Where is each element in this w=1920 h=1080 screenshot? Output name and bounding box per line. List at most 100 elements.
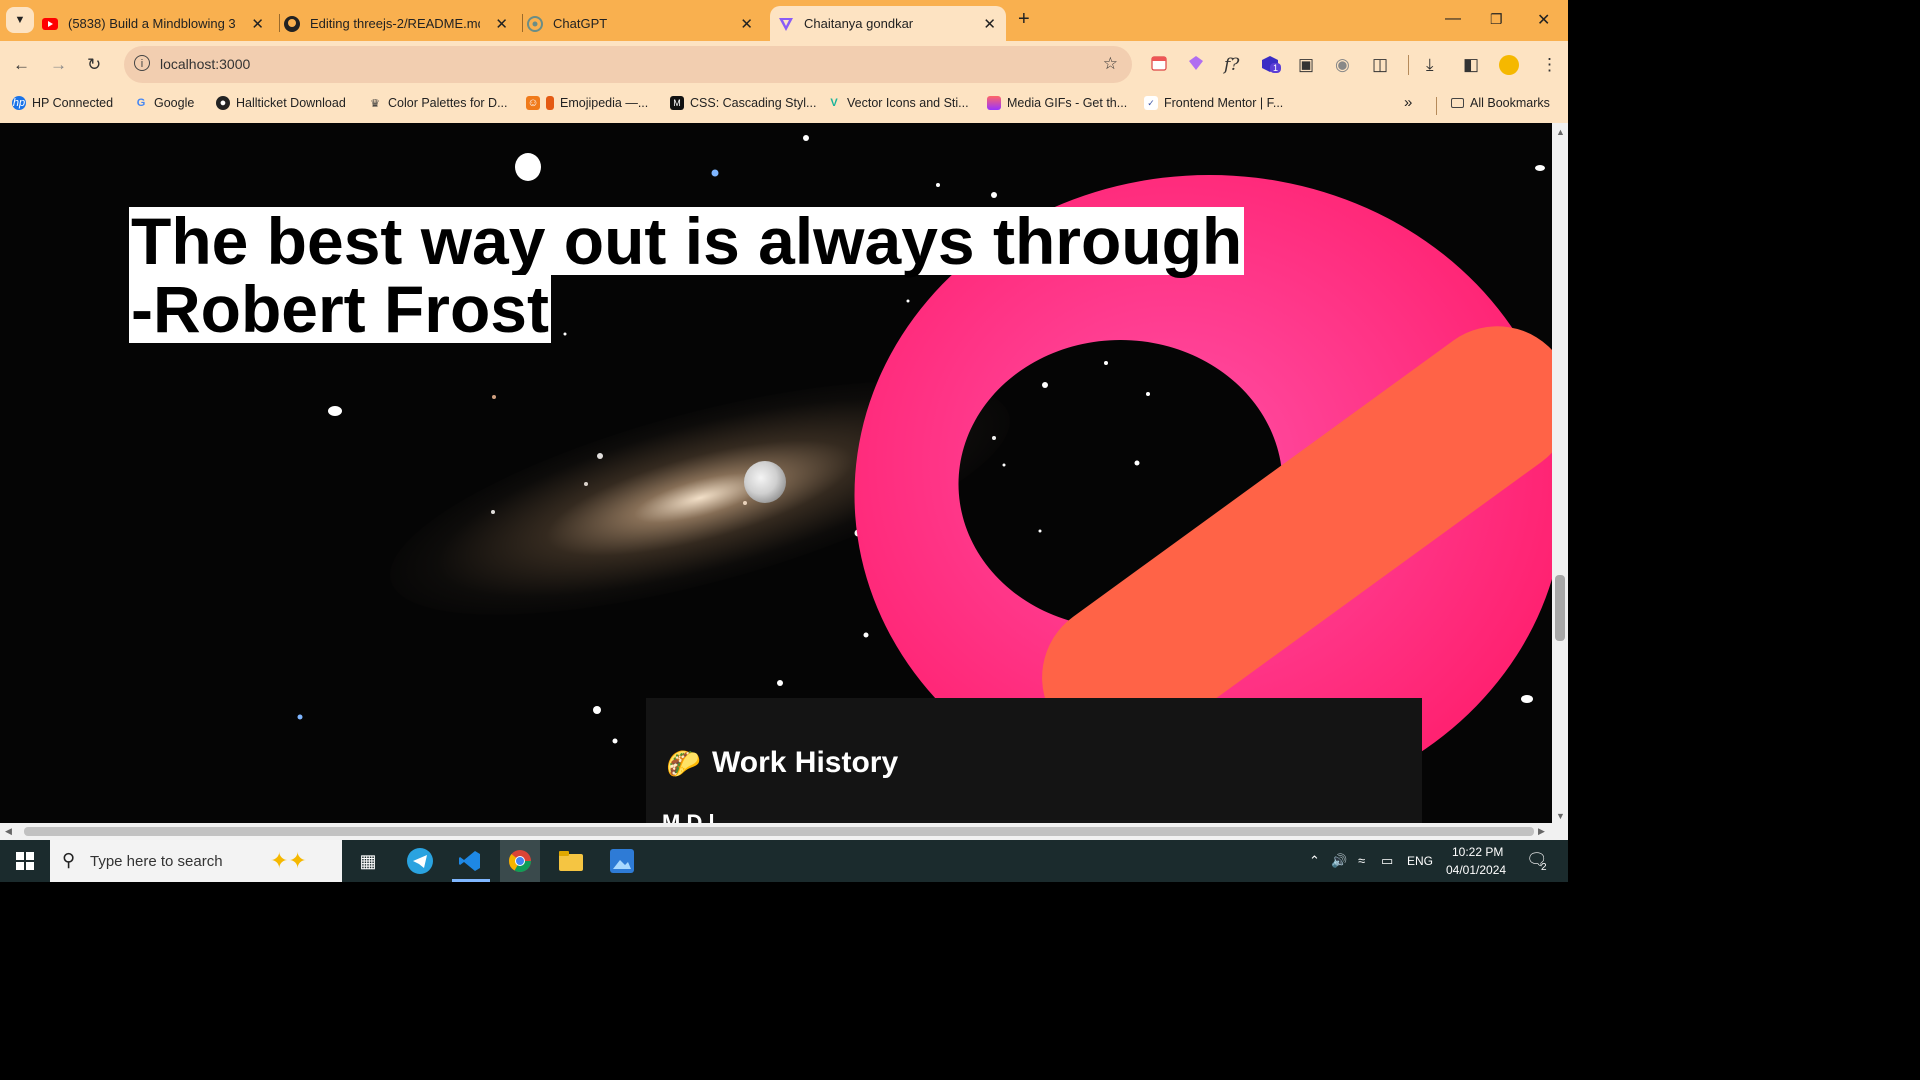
close-tab-icon[interactable]: ✕ [740,15,753,33]
screen-capture-icon[interactable]: ▣ [1298,55,1314,75]
windows-start-icon[interactable] [11,847,39,875]
hp-icon: hp [12,96,26,110]
side-panel-icon[interactable]: ◧ [1463,55,1479,75]
vscode-icon[interactable] [456,847,484,875]
giphy-icon [987,96,1001,110]
bookmark-item[interactable]: ♛ Color Palettes for D... [368,96,507,110]
bookmark-item[interactable]: Media GIFs - Get th... [987,96,1127,110]
menu-kebab-icon[interactable]: ⋮ [1541,55,1558,75]
search-icon: ⚲ [62,850,76,870]
scroll-left-icon[interactable]: ◀ [5,826,12,837]
profile-avatar[interactable] [1499,55,1519,75]
wifi-icon[interactable]: ≈ [1358,853,1365,868]
tab-chaitanya[interactable]: Chaitanya gondkar ✕ [770,6,1006,41]
tab-title: Chaitanya gondkar [804,16,914,31]
extensions-puzzle-icon[interactable]: ◫ [1372,55,1388,75]
chatgpt-icon [527,15,543,32]
quote-line: The best way out is always through [129,204,1245,278]
file-explorer-icon[interactable] [557,847,585,875]
quote-author: -Robert Frost [129,272,551,346]
address-bar[interactable]: i localhost:3000 ☆ [124,46,1132,83]
restore-icon[interactable]: ❐ [1490,11,1503,28]
chrome-icon[interactable] [500,840,540,882]
tab-strip: ▼ (5838) Build a Mindblowing 3D ✕ Editin… [0,0,1568,41]
sparkle-icon: ✦✦ [270,848,307,873]
bug-icon[interactable]: ◉ [1335,55,1350,75]
hero-quote: The best way out is always through -Robe… [129,204,1245,346]
clock-time[interactable]: 10:22 PM [1452,845,1503,859]
windows-taskbar: ⚲ Type here to search ✦✦ ▦ ⌃ 🔊 ≈ ▭ ENG 1… [0,840,1568,882]
google-icon: G [136,97,146,109]
horizontal-scrollbar[interactable]: ◀ ▶ [0,823,1552,840]
bookmark-item[interactable]: M CSS: Cascading Styl... [670,96,816,110]
url-text[interactable]: localhost:3000 [160,56,250,72]
bookmark-item[interactable]: V Vector Icons and Sti... [827,96,968,110]
telegram-icon[interactable] [406,847,434,875]
vertical-scrollbar[interactable]: ▲ ▼ [1552,123,1568,823]
extension-calendar-icon[interactable] [1151,55,1167,76]
show-hidden-icons[interactable]: ⌃ [1309,853,1320,869]
battery-icon[interactable]: ▭ [1381,853,1393,869]
work-history-heading: Work History [712,746,899,779]
clock-date[interactable]: 04/01/2024 [1446,863,1506,877]
notifications-count: 2 [1541,862,1547,873]
scroll-thumb[interactable] [1555,575,1565,641]
all-bookmarks[interactable]: All Bookmarks [1451,96,1550,110]
task-view-icon[interactable]: ▦ [354,847,382,875]
globe-icon: ● [216,96,230,110]
new-tab-button[interactable]: + [1018,8,1030,31]
extension-cube-icon[interactable]: 1 [1261,55,1282,80]
close-tab-icon[interactable]: ✕ [251,15,264,33]
bookmark-item[interactable]: ✓ Frontend Mentor | F... [1144,96,1283,110]
bookmark-item[interactable]: ☺ Emojipedia —... [526,96,648,110]
moon-sphere [744,461,786,503]
palette-icon: ♛ [370,97,380,110]
search-placeholder[interactable]: Type here to search [90,853,223,870]
language-indicator[interactable]: ENG [1407,854,1433,868]
scroll-right-icon[interactable]: ▶ [1538,826,1545,837]
github-icon [284,15,300,32]
tab-title: ChatGPT [553,16,608,31]
scroll-down-icon[interactable]: ▼ [1556,811,1565,821]
mdn-icon: M [670,96,684,110]
page-viewport: The best way out is always through -Robe… [0,123,1552,823]
tab-youtube[interactable]: (5838) Build a Mindblowing 3D ✕ [42,6,274,41]
book-icon [546,96,554,110]
extension-gem-icon[interactable] [1188,55,1204,76]
forward-icon[interactable]: → [50,55,67,75]
extension-formula-icon[interactable]: f? [1224,55,1239,75]
browser-toolbar: ← → ↻ i localhost:3000 ☆ f? 1 ▣ ◉ ◫ ⤓ ◧ … [0,41,1568,88]
work-history-item: M D l [662,810,715,823]
photos-icon[interactable] [608,847,636,875]
bookmark-item[interactable]: ● Hallticket Download [216,96,346,110]
bookmarks-bar: hp HP Connected G Google ● Hallticket Downl… [0,88,1568,123]
fm-icon: ✓ [1144,96,1158,110]
taskbar-search[interactable]: ⚲ Type here to search ✦✦ [50,840,342,882]
bookmark-item[interactable]: G Google [134,96,195,110]
tab-chatgpt[interactable]: ChatGPT ✕ [527,6,763,41]
emoji-icon: ☺ [526,96,540,110]
tab-title: Editing threejs-2/README.md a [310,16,480,31]
bookmark-star-icon[interactable]: ☆ [1103,54,1118,74]
folder-icon [1451,98,1464,108]
vite-icon [778,16,794,32]
back-icon[interactable]: ← [13,55,30,75]
volume-icon[interactable]: 🔊 [1331,853,1347,869]
taco-emoji: 🌮 [666,748,701,779]
minimize-icon[interactable]: — [1445,10,1461,28]
close-window-icon[interactable]: ✕ [1537,10,1550,30]
bookmark-item[interactable]: hp HP Connected [12,96,113,110]
tab-github[interactable]: Editing threejs-2/README.md a ✕ [284,6,518,41]
tab-search-button[interactable]: ▼ [6,7,34,33]
work-history-section: 🌮 Work History M D l [646,698,1422,823]
scroll-up-icon[interactable]: ▲ [1556,127,1565,137]
scroll-thumb[interactable] [24,827,1534,836]
close-tab-icon[interactable]: ✕ [495,15,508,33]
close-tab-icon[interactable]: ✕ [983,15,996,33]
vector-icon: V [830,97,838,109]
reload-icon[interactable]: ↻ [87,55,101,75]
download-icon[interactable]: ⤓ [1426,55,1434,75]
tab-title: (5838) Build a Mindblowing 3D [68,16,236,31]
bookmarks-overflow-icon[interactable]: » [1404,94,1412,111]
site-info-icon[interactable]: i [134,55,150,71]
